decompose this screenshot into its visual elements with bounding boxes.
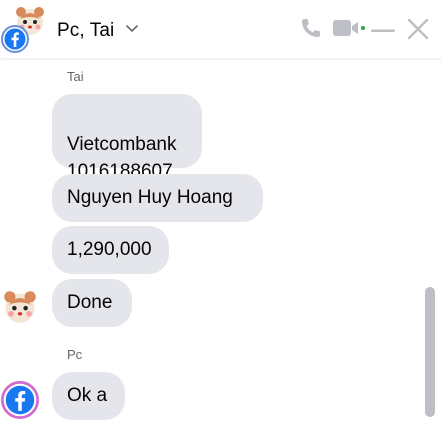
message-bubble[interactable]: 1,290,000: [52, 226, 169, 274]
facebook-avatar-icon: [1, 25, 29, 53]
facebook-avatar-icon[interactable]: [1, 381, 39, 419]
message-bubble[interactable]: Done: [52, 279, 132, 327]
chevron-down-icon[interactable]: [125, 24, 139, 34]
message-text: Nguyen Huy Hoang: [67, 187, 233, 208]
video-camera-icon[interactable]: [332, 17, 366, 39]
chat-header: Pc, Tai: [0, 0, 442, 58]
message-text: 1,290,000: [67, 239, 152, 260]
close-icon[interactable]: [406, 17, 430, 41]
message-bubble[interactable]: Nguyen Huy Hoang: [52, 174, 263, 222]
sender-name: Pc: [67, 347, 83, 362]
message-bubble[interactable]: Vietcombank 1016188607: [52, 94, 202, 182]
chat-title[interactable]: Pc, Tai: [57, 20, 114, 42]
group-avatar[interactable]: [0, 5, 50, 53]
message-bubble[interactable]: Ok a: [52, 372, 125, 420]
message-text: Ok a: [67, 385, 108, 406]
minimize-icon[interactable]: [371, 29, 395, 33]
phone-icon[interactable]: [299, 16, 323, 40]
sender-name: Tai: [67, 69, 84, 84]
hamster-avatar-icon[interactable]: [2, 289, 38, 325]
message-text: Done: [67, 292, 113, 313]
scrollbar-thumb[interactable]: [425, 287, 435, 417]
